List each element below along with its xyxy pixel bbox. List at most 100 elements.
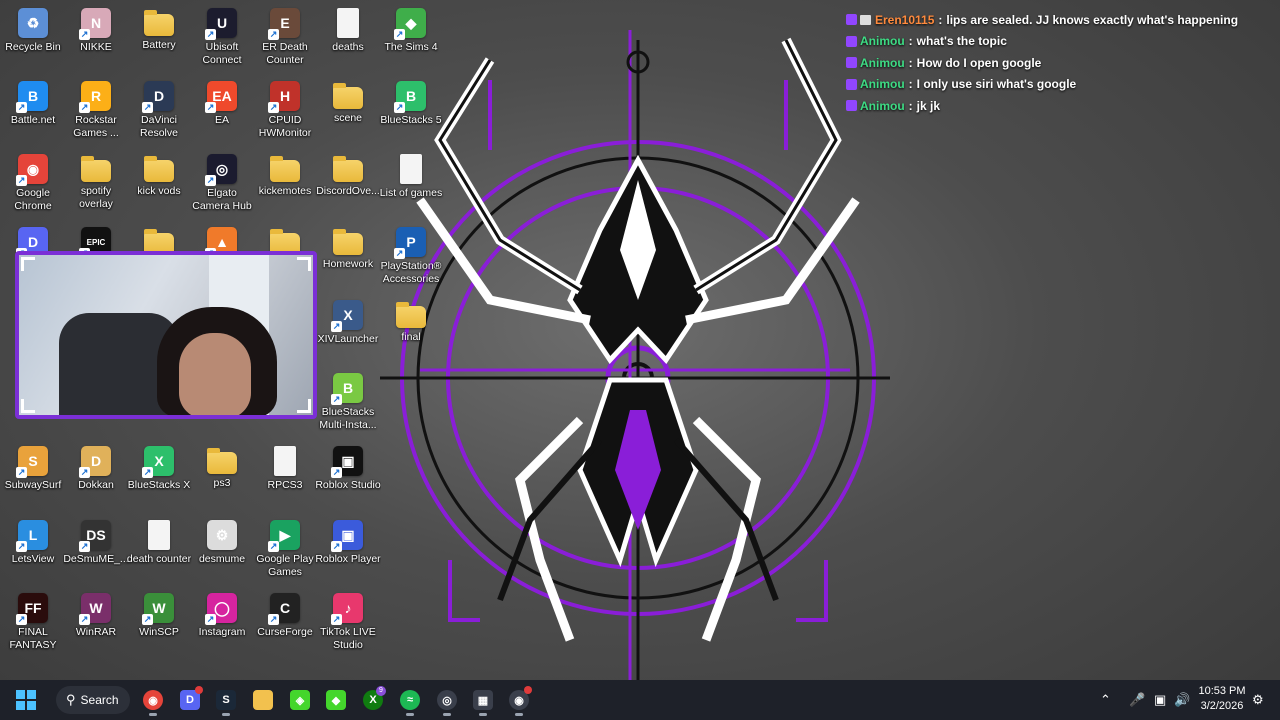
clock[interactable]: 10:53 PM 3/2/2026 — [1196, 684, 1248, 714]
desktop-icon[interactable]: ps3 — [189, 442, 255, 514]
taskbar-app-button[interactable] — [247, 684, 279, 716]
taskbar-app-button[interactable]: S — [210, 684, 242, 716]
volume-icon[interactable]: 🔊 — [1174, 680, 1190, 720]
show-hidden-icons-button[interactable]: ⌃ — [1100, 680, 1111, 720]
desktop-icon[interactable]: ♻ Recycle Bin — [0, 4, 66, 76]
shortcut-arrow-icon: ↗ — [268, 102, 279, 113]
taskbar-app-button[interactable]: ≈ — [394, 684, 426, 716]
notifications-icon[interactable]: ⚙ — [1252, 680, 1264, 720]
desktop-icon[interactable]: ◎ ↗ Elgato Camera Hub — [189, 150, 255, 222]
desktop-icon[interactable]: H ↗ CPUID HWMonitor — [252, 77, 318, 149]
desktop[interactable]: ♻ Recycle Bin N ↗ NIKKE Battery U ↗ Ubisoft Conn… — [0, 0, 1280, 680]
desktop-icon[interactable]: U ↗ Ubisoft Connect — [189, 4, 255, 76]
desktop-icon[interactable]: P ↗ PlayStation® Accessories — [378, 223, 444, 295]
desktop-icon[interactable]: L ↗ LetsView — [0, 516, 66, 588]
webcam-corner-tr — [297, 257, 311, 271]
taskbar-app-button[interactable]: ◆ — [320, 684, 352, 716]
playstation-icon: P ↗ — [394, 227, 426, 259]
shortcut-arrow-icon: ↗ — [79, 29, 90, 40]
desktop-icon-label: Roblox Studio — [315, 479, 381, 491]
shortcut-arrow-icon: ↗ — [394, 102, 405, 113]
start-button[interactable] — [10, 684, 42, 716]
desktop-icon[interactable]: W ↗ WinRAR — [63, 589, 129, 661]
desktop-icon[interactable]: D ↗ Dokkan — [63, 442, 129, 514]
chat-separator: : — [908, 98, 913, 113]
desktop-icon[interactable]: ⚙ desmume — [189, 516, 255, 588]
desktop-icon[interactable]: DiscordOve... — [315, 150, 381, 222]
desktop-icon[interactable]: RPCS3 — [252, 442, 318, 514]
taskbar-app-button[interactable]: X9 — [357, 684, 389, 716]
final-fantasy-icon: FF ↗ — [16, 593, 48, 625]
desktop-icon[interactable]: ♪ ↗ TikTok LIVE Studio — [315, 589, 381, 661]
desktop-icon[interactable]: X ↗ XIVLauncher — [315, 296, 381, 368]
desktop-icon-label: WinSCP — [139, 626, 179, 638]
shortcut-arrow-icon: ↗ — [331, 321, 342, 332]
shortcut-arrow-icon: ↗ — [79, 102, 90, 113]
desktop-icon[interactable]: S ↗ SubwaySurf — [0, 442, 66, 514]
desktop-icon[interactable]: ▣ ↗ Roblox Player — [315, 516, 381, 588]
desktop-icon[interactable]: spotify overlay — [63, 150, 129, 222]
chat-text: what's the topic — [916, 34, 1007, 49]
search-icon: ⚲ — [66, 692, 76, 707]
clock-time: 10:53 PM — [1198, 685, 1246, 697]
desktop-icon[interactable]: DS ↗ DeSmuME_... — [63, 516, 129, 588]
chat-separator: : — [908, 55, 913, 70]
notification-badge — [524, 686, 532, 694]
chat-message: Animou: How do I open google — [846, 52, 1276, 74]
desktop-icon-label: Ubisoft Connect — [202, 41, 242, 66]
desktop-icon[interactable]: EA ↗ EA — [189, 77, 255, 149]
windows-logo-icon — [16, 690, 36, 710]
desktop-icon[interactable]: R ↗ Rockstar Games ... — [63, 77, 129, 149]
taskbar-app-button[interactable]: D — [174, 684, 206, 716]
desktop-icon[interactable]: death counter — [126, 516, 192, 588]
google-play-games-icon: ▶ ↗ — [268, 520, 300, 552]
search-label: Search — [80, 693, 119, 707]
battlenet-icon: B ↗ — [16, 81, 48, 113]
taskbar-app-button[interactable]: ◎ — [431, 684, 463, 716]
desktop-icon[interactable]: Homework — [315, 223, 381, 295]
desktop-icon[interactable]: deaths — [315, 4, 381, 76]
chevron-up-icon: ⌃ — [1100, 692, 1111, 707]
desktop-icon[interactable]: ◯ ↗ Instagram — [189, 589, 255, 661]
desktop-icon[interactable]: final — [378, 296, 444, 368]
taskbar-search[interactable]: ⚲ Search — [56, 686, 130, 714]
shortcut-arrow-icon: ↗ — [142, 467, 153, 478]
desktop-icon[interactable]: W ↗ WinSCP — [126, 589, 192, 661]
taskbar-app-button[interactable]: ▦ — [467, 684, 499, 716]
desktop-icon[interactable]: kickemotes — [252, 150, 318, 222]
desktop-icon[interactable]: C ↗ CurseForge — [252, 589, 318, 661]
desktop-icon-label: DiscordOve... — [316, 185, 380, 197]
desktop-icon[interactable]: ◉ ↗ Google Chrome — [0, 150, 66, 222]
taskbar-app-button[interactable]: ◈ — [284, 684, 316, 716]
twitch-badge-icon — [846, 14, 857, 26]
desktop-icon[interactable]: scene — [315, 77, 381, 149]
desktop-icon[interactable]: N ↗ NIKKE — [63, 4, 129, 76]
desktop-icon[interactable]: FF↗FINAL FANTASY XI... — [0, 589, 66, 661]
desktop-icon-label: RPCS3 — [267, 479, 303, 491]
desktop-icon-label: SubwaySurf — [4, 479, 62, 491]
desktop-icon[interactable]: B ↗ BlueStacks 5 — [378, 77, 444, 149]
network-icon[interactable]: ▣ — [1154, 680, 1166, 720]
desktop-icon[interactable]: B ↗ BlueStacks Multi-Insta... — [315, 369, 381, 441]
folder-icon — [270, 156, 300, 182]
desktop-icon-label: LetsView — [11, 553, 55, 565]
desktop-icon-label: NIKKE — [80, 41, 112, 53]
desktop-icon[interactable]: X ↗ BlueStacks X — [126, 442, 192, 514]
desktop-icon[interactable]: kick vods — [126, 150, 192, 222]
desktop-icon[interactable]: ◆ ↗ The Sims 4 — [378, 4, 444, 76]
shortcut-arrow-icon: ↗ — [394, 29, 405, 40]
taskbar-app-button[interactable]: ◉ — [503, 684, 535, 716]
desktop-icon[interactable]: E ↗ ER Death Counter — [252, 4, 318, 76]
desktop-icon[interactable]: List of games — [378, 150, 444, 222]
desktop-icon-label: The Sims 4 — [384, 41, 438, 53]
desktop-icon[interactable]: D ↗ DaVinci Resolve — [126, 77, 192, 149]
desktop-icon[interactable]: ▣ ↗ Roblox Studio — [315, 442, 381, 514]
desktop-icon[interactable]: Battery — [126, 4, 192, 76]
microphone-icon[interactable]: 🎤 — [1129, 680, 1145, 720]
desktop-icon[interactable]: ▶ ↗ Google Play Games — [252, 516, 318, 588]
ea-icon: EA ↗ — [205, 81, 237, 113]
taskbar-app-button[interactable]: ◉ — [137, 684, 169, 716]
chat-separator: : — [938, 12, 943, 27]
desktop-icon[interactable]: B ↗ Battle.net — [0, 77, 66, 149]
chat-message: Eren10115: lips are sealed. JJ knows exac… — [846, 9, 1276, 31]
